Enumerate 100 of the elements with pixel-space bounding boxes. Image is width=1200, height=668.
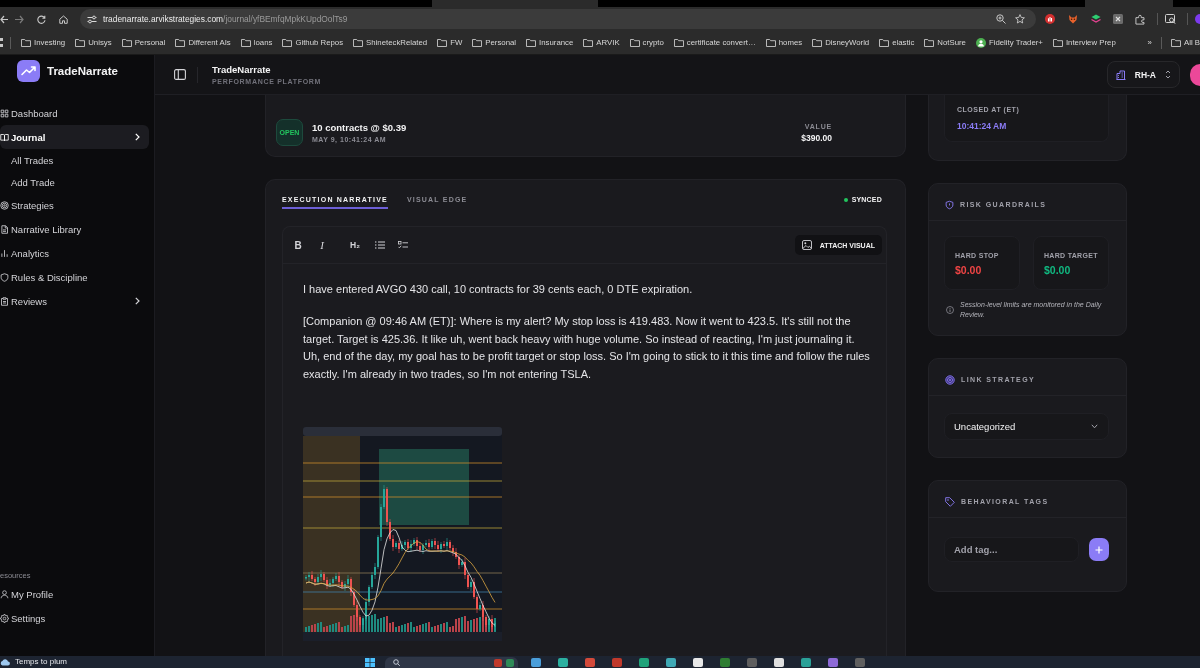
folder-icon — [437, 38, 448, 47]
reload-icon[interactable] — [37, 14, 46, 24]
back-arrow-icon[interactable] — [0, 14, 8, 24]
app-icon[interactable] — [828, 658, 838, 667]
profile-avatar-icon[interactable] — [1195, 14, 1200, 24]
tile-grid-icon[interactable] — [365, 658, 375, 667]
layers-icon[interactable] — [1091, 14, 1101, 24]
folder-icon — [21, 38, 31, 47]
format-button[interactable]: I — [312, 235, 332, 255]
puzzle-piece-icon[interactable] — [1135, 13, 1146, 25]
gear-icon — [0, 613, 9, 623]
nav-subitem[interactable]: All Trades — [0, 149, 149, 171]
narrative-paragraph: I have entered AVGO 430 call, 10 contracts for 39 cents each, 0 DTE expiration. — [303, 282, 694, 297]
sliders-icon[interactable] — [87, 14, 97, 24]
entry-title: 10 contracts @ $0.39 — [312, 121, 407, 134]
folder-icon — [240, 38, 251, 47]
nav-item[interactable]: Reviews — [0, 289, 149, 313]
shield-icon — [945, 200, 954, 210]
account-switcher[interactable]: RH-A — [1106, 61, 1180, 88]
brand-name: TradeNarrate — [47, 65, 118, 77]
page-title: TradeNarrate — [212, 63, 272, 75]
home-icon[interactable] — [59, 14, 68, 24]
address-bar[interactable]: tradenarrate.arvikstrategies.com/journal/yfBEmfqMpkKUpdOolTs9 — [80, 9, 1036, 29]
building-icon — [1115, 69, 1126, 80]
sidebar-toggle-icon[interactable] — [174, 69, 186, 80]
app-icon[interactable] — [801, 658, 811, 667]
fox-head-icon[interactable] — [1068, 14, 1078, 24]
format-button[interactable]: B — [288, 235, 308, 255]
weather-text[interactable]: Temps to plum — [15, 656, 68, 668]
book-icon — [0, 132, 9, 142]
app-icon[interactable] — [774, 658, 784, 667]
nav-item[interactable]: Journal — [0, 125, 149, 149]
folder-icon — [583, 38, 594, 47]
clipboard-icon — [0, 296, 9, 306]
taskbar-search-field[interactable] — [385, 657, 518, 668]
chevron-right-icon — [135, 133, 140, 141]
nav-item[interactable]: Strategies — [0, 193, 149, 217]
folder-icon — [282, 38, 293, 47]
limit-value: $0.00 — [955, 264, 983, 277]
app-icon[interactable] — [585, 658, 595, 667]
folder-icon — [175, 38, 186, 47]
forward-arrow-icon[interactable] — [15, 14, 24, 24]
closing-time: 10:41:24 AM — [957, 120, 1008, 132]
strategy-select[interactable]: Uncategorized — [944, 413, 1109, 440]
zoom-in-icon[interactable] — [996, 14, 1006, 24]
nav-item[interactable]: Narrative Library — [0, 217, 149, 241]
app-icon[interactable] — [531, 658, 541, 667]
limit-value: $0.00 — [1044, 264, 1072, 277]
shield-icon — [0, 272, 9, 282]
app-icon[interactable] — [666, 658, 676, 667]
target-icon — [945, 375, 955, 385]
grid-icon — [0, 108, 9, 118]
narrative-paragraph: [Companion @ 09:46 AM (ET)]: Where is my alert? My stop loss is 419.483. Now it went to 423.5. It's still not the target. Target is 425.36. It like uh, went back heavy with huge volume. So instead of reacting, I'm just journaling it. Uh, end of the day, my goal has to be profit target or stop loss. So I'm going to stick to it this time and follow the rules exactly. I'm already in two trades, so I'm not entering TSLA. — [303, 314, 871, 382]
value-amount: $390.00 — [801, 131, 832, 144]
plus-icon — [1095, 545, 1103, 554]
person-badge-icon — [975, 37, 986, 48]
nav-item[interactable]: Analytics — [0, 241, 149, 265]
apps-grid-icon[interactable] — [0, 38, 4, 47]
image-icon — [801, 240, 812, 250]
bullet-list-icon[interactable] — [375, 241, 385, 249]
folder-icon — [629, 38, 640, 47]
round-badge-icon[interactable] — [1045, 14, 1055, 24]
format-button[interactable]: H₂ — [345, 235, 365, 255]
add-tag-button[interactable] — [1089, 538, 1109, 561]
nav-item[interactable]: My Profile — [0, 582, 149, 606]
chevron-right-icon — [135, 297, 140, 305]
search-icon — [393, 659, 400, 666]
logo-icon[interactable] — [17, 60, 40, 82]
folder-icon — [526, 38, 537, 47]
tag-input[interactable]: Add tag... — [944, 537, 1079, 562]
chevron-down-icon — [1091, 424, 1098, 429]
nav-item[interactable]: Settings — [0, 606, 149, 630]
checklist-icon[interactable] — [398, 241, 408, 249]
folder-icon — [673, 38, 684, 47]
folder-icon — [1170, 38, 1181, 47]
document-icon — [0, 224, 9, 234]
panel-search-icon[interactable] — [1165, 14, 1176, 24]
nav-item[interactable]: Rules & Discipline — [0, 265, 149, 289]
bookmark-star-icon[interactable] — [1015, 14, 1025, 24]
tag-icon — [945, 497, 955, 507]
app-icon[interactable] — [693, 658, 703, 667]
folder-icon — [1052, 38, 1063, 47]
info-icon — [946, 306, 954, 314]
bar-chart-icon — [0, 248, 9, 258]
cloud-icon[interactable] — [0, 658, 10, 666]
app-icon[interactable] — [558, 658, 568, 667]
folder-icon — [472, 38, 483, 47]
folder-icon — [121, 38, 132, 47]
person-icon — [0, 589, 9, 599]
status-dot-icon — [843, 197, 848, 202]
target-icon — [0, 200, 9, 210]
app-icon[interactable] — [639, 658, 649, 667]
folder-icon — [765, 38, 776, 47]
nav-subitem[interactable]: Add Trade — [0, 171, 149, 193]
user-avatar[interactable] — [1190, 63, 1200, 86]
folder-icon — [879, 38, 890, 47]
x-tile-icon[interactable] — [1113, 14, 1123, 24]
folder-icon — [924, 38, 935, 47]
nav-item[interactable]: Dashboard — [0, 101, 149, 125]
folder-icon — [353, 38, 364, 47]
